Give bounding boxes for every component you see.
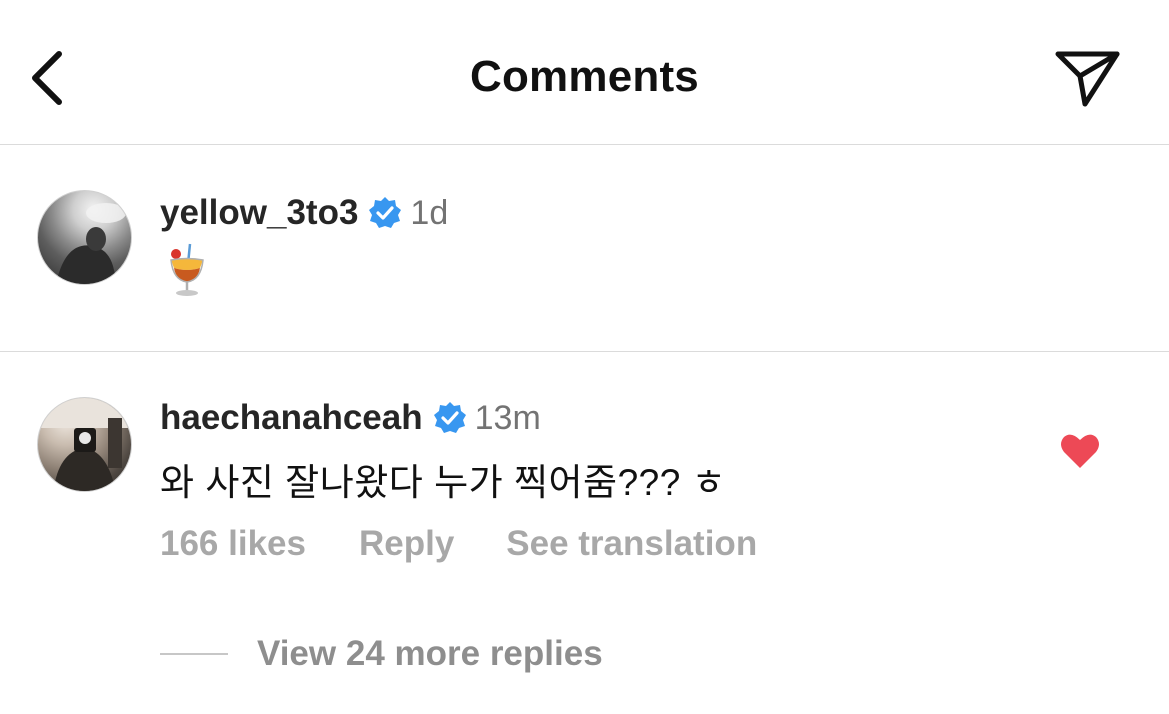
comment-header: haechanahceah 13m [160,398,541,438]
username[interactable]: haechanahceah [160,398,423,438]
comment-text: 와 사진 잘나왔다 누가 찍어줌??? ㅎ [160,462,727,503]
paper-plane-icon [1055,51,1120,107]
timestamp: 1d [410,193,449,232]
caption-header: yellow_3to3 1d [160,193,448,233]
profile-photo [38,398,131,491]
divider-line [160,653,228,655]
reply-button[interactable]: Reply [359,524,454,564]
timestamp: 13m [474,398,541,437]
profile-photo [54,203,126,284]
caption-section: yellow_3to3 1d [0,145,1169,352]
avatar[interactable] [37,190,132,285]
verified-badge-icon [369,197,402,228]
see-translation-link[interactable]: See translation [506,524,757,564]
view-more-replies-button[interactable]: View 24 more replies [160,634,603,674]
avatar[interactable] [37,397,132,492]
likes-count[interactable]: 166 likes [160,524,306,564]
comment-actions: 166 likes Reply See translation [160,524,757,564]
share-button[interactable] [1048,40,1128,116]
heart-icon[interactable] [1060,432,1100,470]
page-title: Comments [470,52,699,101]
tropical-drink-icon [170,243,204,296]
verified-badge-icon [433,402,466,433]
header-bar: Comments [0,0,1169,145]
view-more-replies-label: View 24 more replies [257,634,603,673]
username[interactable]: yellow_3to3 [160,193,358,233]
